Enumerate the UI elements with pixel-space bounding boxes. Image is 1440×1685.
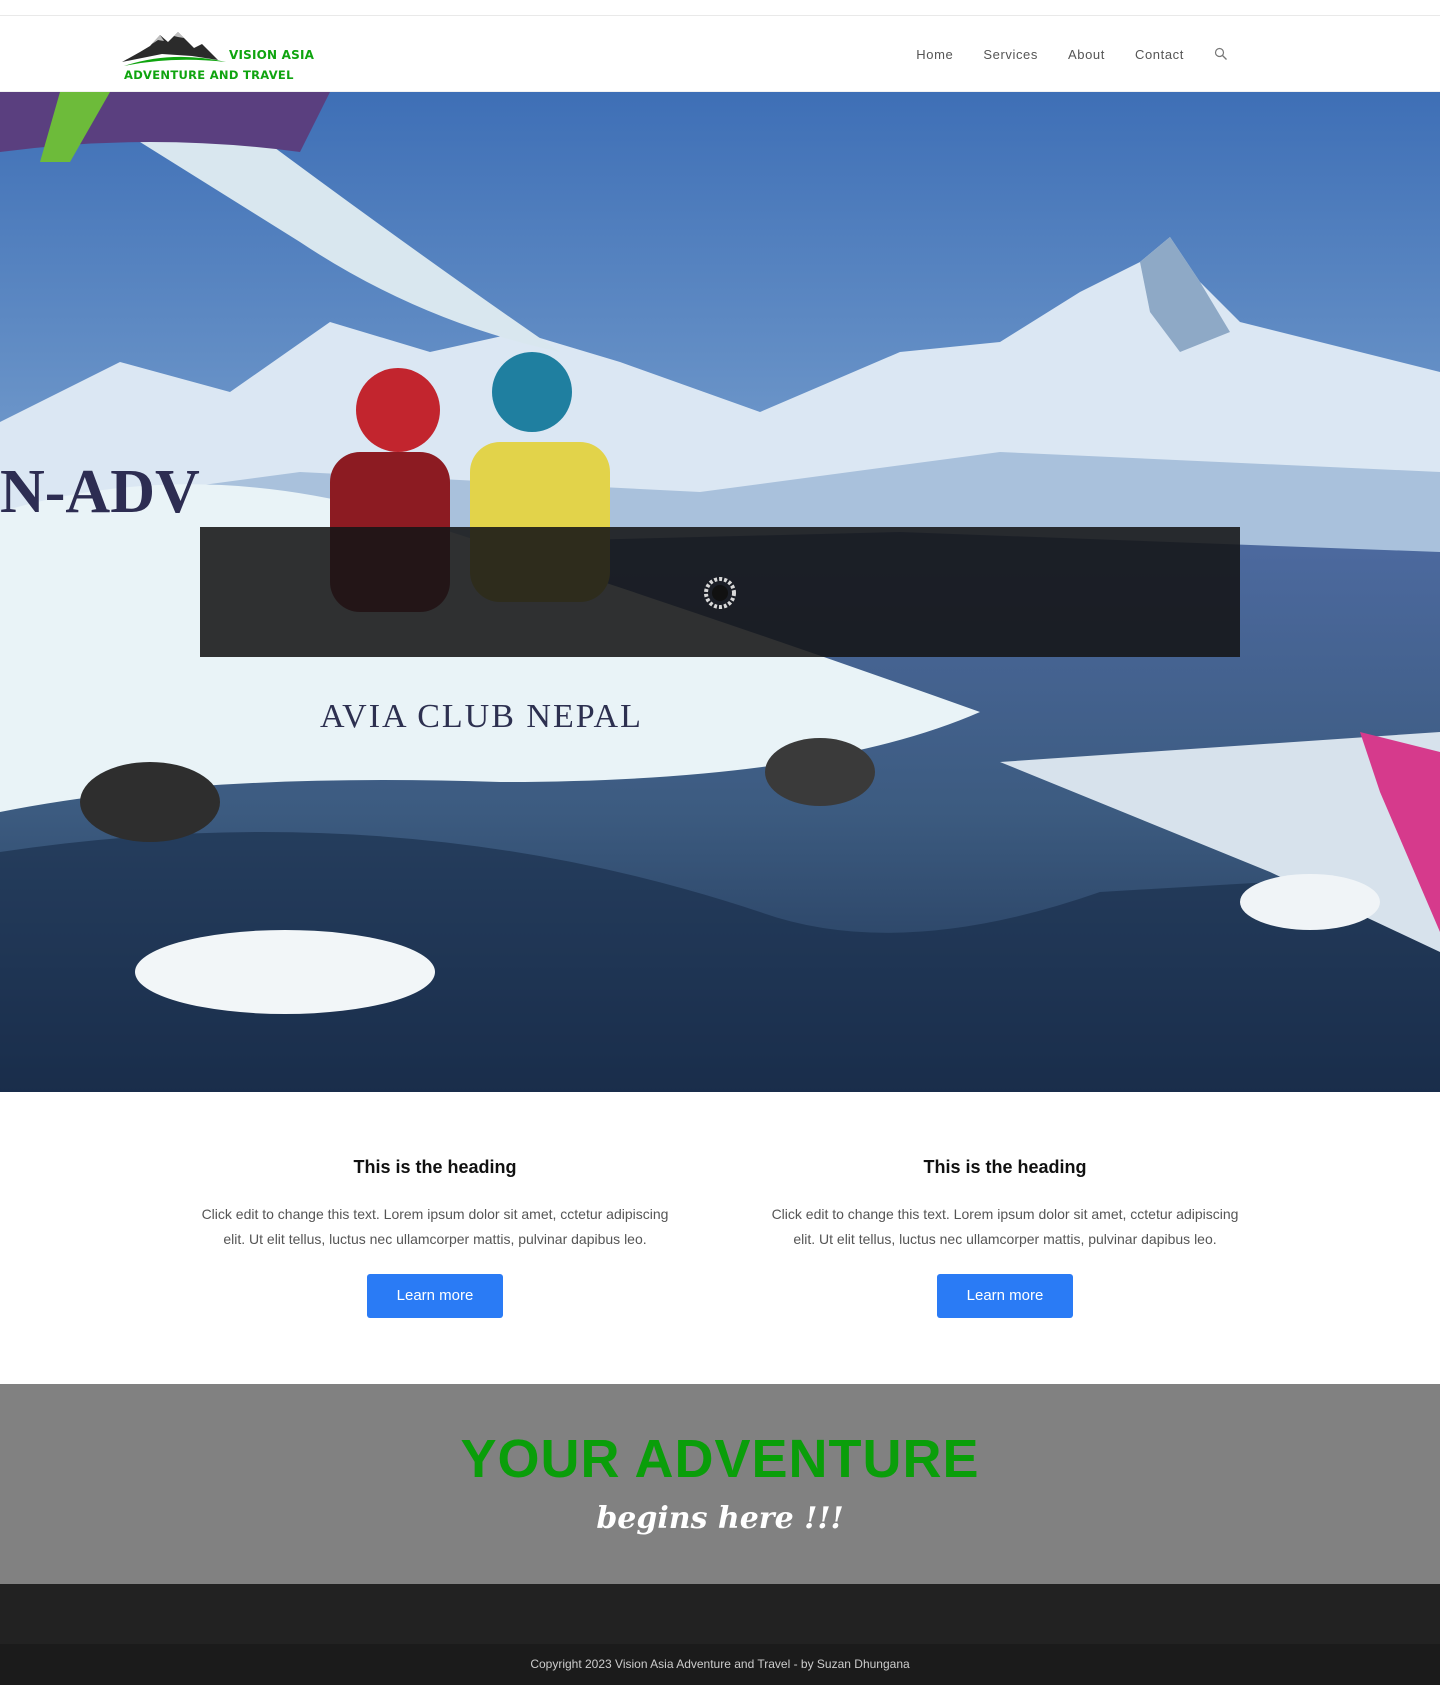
logo-text-line2: ADVENTURE AND TRAVEL [124, 68, 294, 82]
feature-heading: This is the heading [353, 1157, 517, 1177]
site-logo[interactable]: VISION ASIA ADVENTURE AND TRAVEL [122, 26, 322, 84]
slider-loading-overlay [200, 527, 1240, 657]
banner-title: YOUR ADVENTURE [460, 1429, 980, 1489]
site-footer: Copyright 2023 Vision Asia Adventure and… [0, 1584, 1440, 1685]
aircraft-name-text: AVIA CLUB NEPAL [320, 698, 643, 735]
footer-bottom-bar: Copyright 2023 Vision Asia Adventure and… [0, 1644, 1440, 1685]
main-nav: Home Services About Contact [886, 16, 1440, 92]
top-bar [0, 0, 1440, 16]
site-header: VISION ASIA ADVENTURE AND TRAVEL Home Se… [0, 16, 1440, 92]
nav-item-home[interactable]: Home [916, 47, 953, 62]
feature-heading: This is the heading [923, 1157, 1087, 1177]
footer-widgets [0, 1584, 1440, 1644]
aircraft-registration-text: N-ADV [0, 458, 200, 526]
nav-item-services[interactable]: Services [983, 47, 1038, 62]
feature-text: Click edit to change this text. Lorem ip… [201, 1206, 669, 1247]
hero-slider: N-ADV AVIA CLUB NEPAL [0, 92, 1440, 1092]
feature-card: This is the heading Click edit to change… [200, 1157, 670, 1318]
learn-more-button[interactable]: Learn more [367, 1274, 503, 1318]
features-section: This is the heading Click edit to change… [0, 1092, 1440, 1384]
loading-spinner-icon [704, 577, 736, 609]
banner-subtitle: begins here !!! [596, 1501, 844, 1536]
adventure-banner: YOUR ADVENTURE begins here !!! [0, 1384, 1440, 1584]
feature-card: This is the heading Click edit to change… [770, 1157, 1240, 1318]
nav-item-about[interactable]: About [1068, 47, 1105, 62]
learn-more-button[interactable]: Learn more [937, 1274, 1073, 1318]
feature-text: Click edit to change this text. Lorem ip… [771, 1206, 1239, 1247]
copyright-text: Copyright 2023 Vision Asia Adventure and… [530, 1657, 910, 1671]
search-icon[interactable] [1214, 47, 1228, 61]
nav-item-contact[interactable]: Contact [1135, 47, 1184, 62]
logo-text-line1: VISION ASIA [229, 48, 315, 62]
